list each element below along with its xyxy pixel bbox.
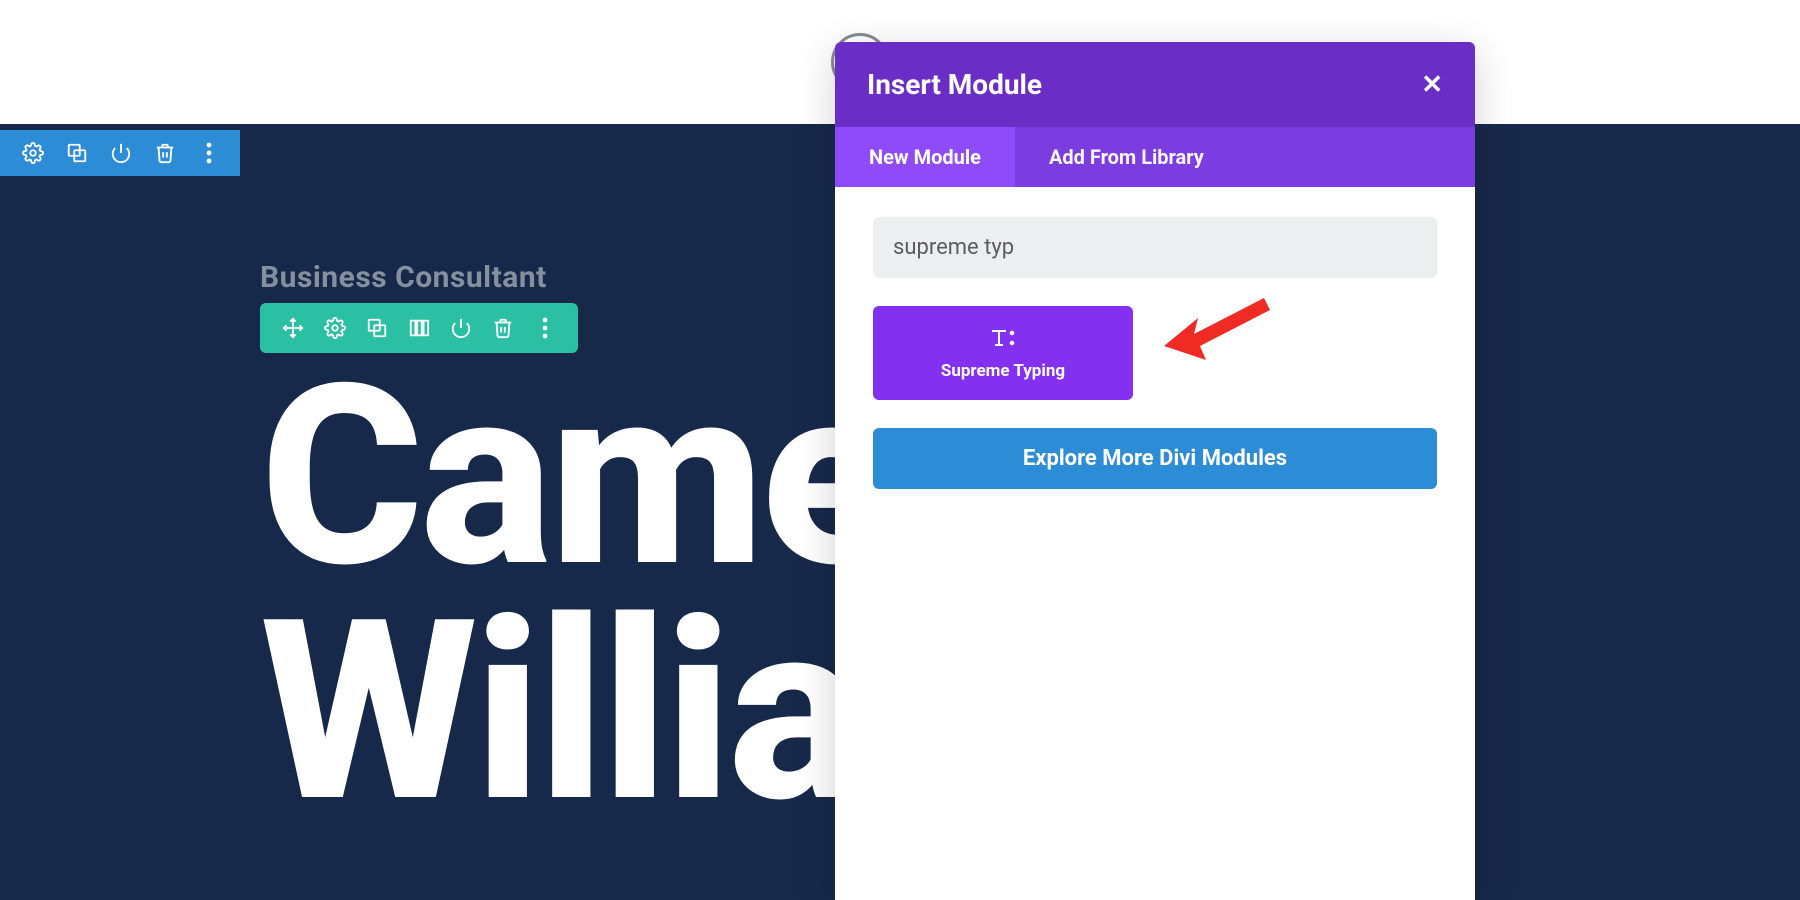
duplicate-icon[interactable]: [366, 317, 388, 339]
row-toolbar[interactable]: [260, 303, 578, 353]
section-toolbar[interactable]: [0, 130, 240, 176]
duplicate-icon[interactable]: [66, 142, 88, 164]
modal-body: Supreme Typing Explore More Divi Modules: [835, 187, 1475, 900]
gear-icon[interactable]: [22, 142, 44, 164]
typing-icon: [988, 325, 1018, 351]
columns-icon[interactable]: [408, 317, 430, 339]
module-card-supreme-typing[interactable]: Supreme Typing: [873, 306, 1133, 400]
modal-title: Insert Module: [867, 68, 1042, 101]
more-icon[interactable]: [534, 317, 556, 339]
insert-module-modal: Insert Module ✕ New Module Add From Libr…: [835, 42, 1475, 900]
module-grid: Supreme Typing: [873, 306, 1437, 400]
modal-tabs: New Module Add From Library: [835, 127, 1475, 187]
tab-add-from-library[interactable]: Add From Library: [1015, 127, 1238, 187]
power-icon[interactable]: [110, 142, 132, 164]
module-card-label: Supreme Typing: [941, 361, 1065, 381]
close-icon[interactable]: ✕: [1421, 70, 1443, 100]
explore-more-button[interactable]: Explore More Divi Modules: [873, 428, 1437, 489]
module-search-input[interactable]: [873, 217, 1437, 278]
move-icon[interactable]: [282, 317, 304, 339]
trash-icon[interactable]: [154, 142, 176, 164]
gear-icon[interactable]: [324, 317, 346, 339]
page-subtitle: Business Consultant: [260, 260, 547, 295]
tab-new-module[interactable]: New Module: [835, 127, 1015, 187]
trash-icon[interactable]: [492, 317, 514, 339]
modal-header: Insert Module ✕: [835, 42, 1475, 127]
more-icon[interactable]: [198, 142, 220, 164]
power-icon[interactable]: [450, 317, 472, 339]
